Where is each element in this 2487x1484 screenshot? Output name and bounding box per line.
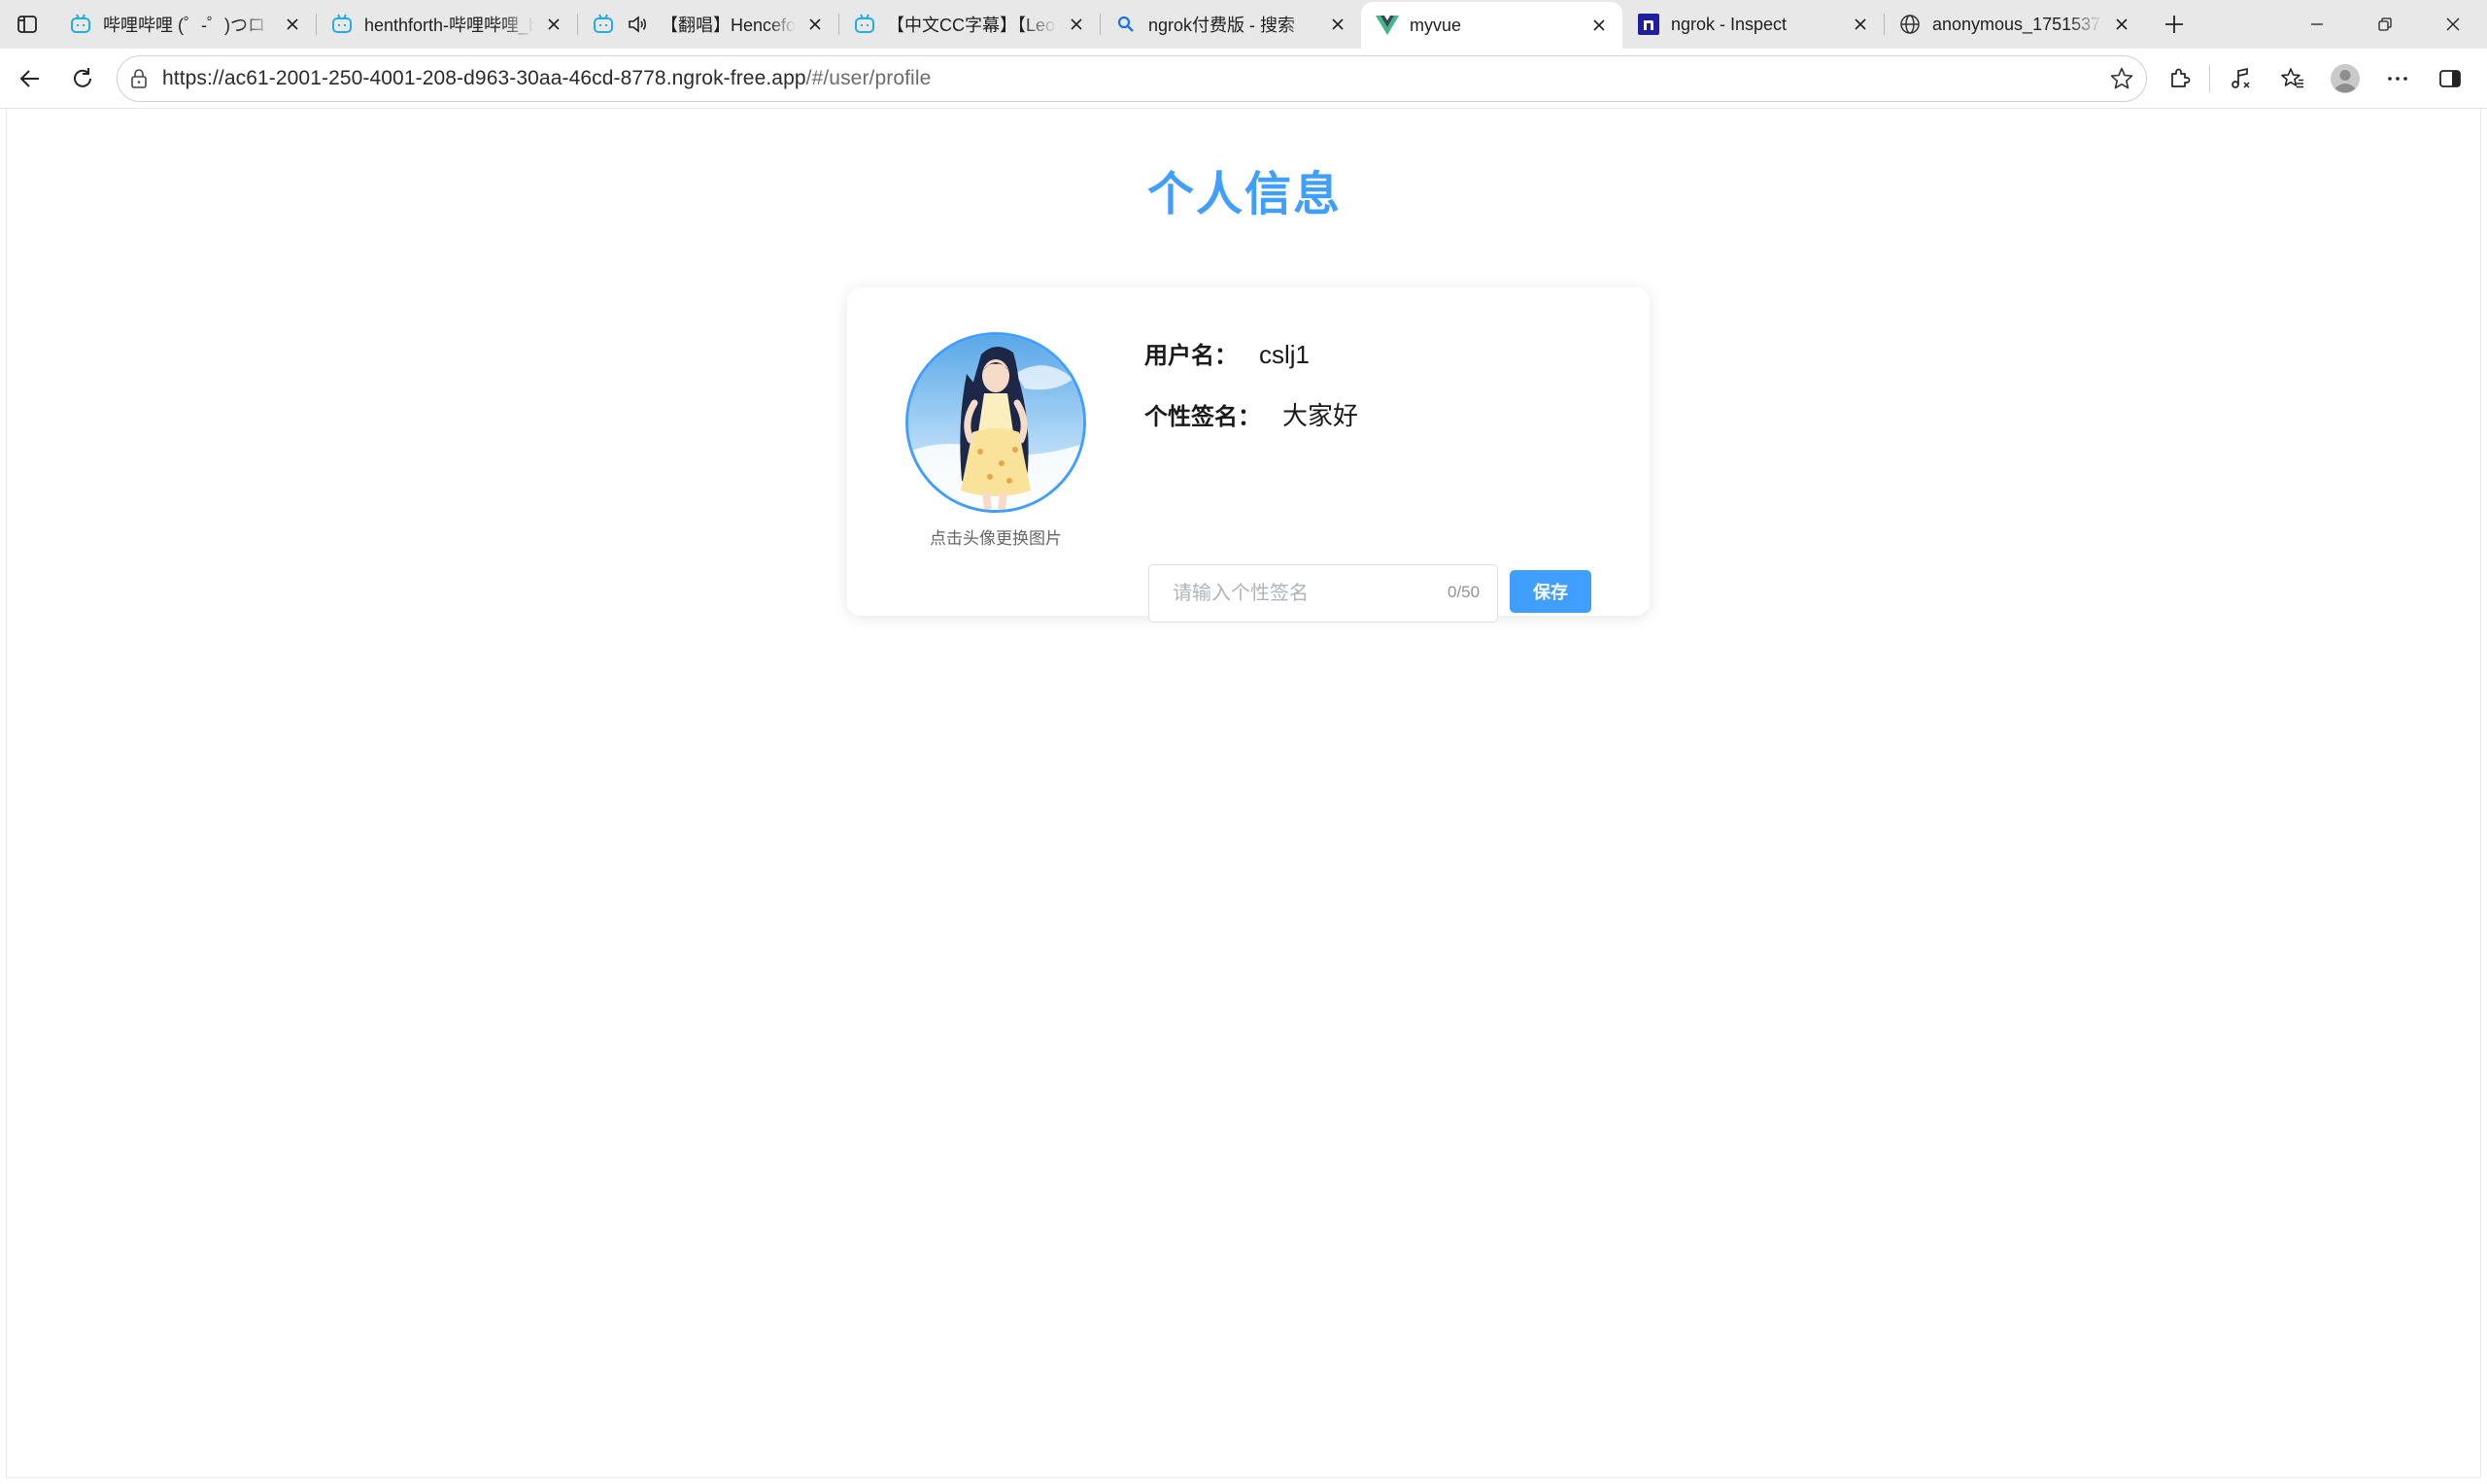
globe-icon bbox=[1897, 12, 1923, 37]
username-row: 用户名： cslj1 bbox=[1144, 336, 1310, 370]
vue-icon bbox=[1375, 13, 1400, 38]
minimize-icon bbox=[2311, 23, 2323, 25]
url-text[interactable]: https://ac61-2001-250-4001-208-d963-30aa… bbox=[162, 67, 931, 90]
tab-henceforth-cover[interactable]: 【翻唱】Henceforth bbox=[577, 0, 838, 49]
refresh-button[interactable] bbox=[56, 52, 109, 105]
browser-toolbar: https://ac61-2001-250-4001-208-d963-30aa… bbox=[0, 49, 2487, 109]
avatar-icon bbox=[2331, 64, 2360, 93]
signature-row: 个性签名： 大家好 bbox=[1144, 396, 1358, 432]
profile-button[interactable] bbox=[2319, 52, 2371, 105]
window-controls bbox=[2283, 0, 2487, 49]
tab-actions-button[interactable] bbox=[0, 0, 54, 49]
bilibili-icon bbox=[68, 12, 93, 37]
avatar-hint: 点击头像更换图片 bbox=[930, 529, 1062, 548]
url-host: https://ac61-2001-250-4001-208-d963-30aa… bbox=[162, 67, 806, 89]
sidebar-toggle-button[interactable] bbox=[2424, 52, 2476, 105]
extensions-button[interactable] bbox=[2153, 52, 2205, 105]
tab-title: anonymous_17515373 bbox=[1932, 14, 2102, 34]
tab-actions-icon bbox=[17, 16, 37, 33]
tab-ngrok-search[interactable]: ngrok付费版 - 搜索 bbox=[1100, 0, 1361, 49]
tab-strip: 哔哩哔哩 (゜-゜)つロ 干杯~-bilibili henthforth-哔哩哔… bbox=[0, 0, 2487, 49]
restore-button[interactable] bbox=[2351, 0, 2419, 49]
sidebar-icon bbox=[2439, 70, 2461, 87]
tab-title: 【翻唱】Henceforth bbox=[661, 16, 796, 35]
toolbar-right-group bbox=[2153, 52, 2476, 105]
avatar[interactable] bbox=[905, 332, 1086, 513]
save-button[interactable]: 保存 bbox=[1510, 570, 1591, 613]
avatar-image bbox=[908, 335, 1083, 510]
plus-icon bbox=[2165, 16, 2183, 33]
toolbar-divider bbox=[2209, 65, 2210, 92]
ellipsis-icon bbox=[2388, 77, 2407, 81]
media-control-button[interactable] bbox=[2214, 52, 2266, 105]
lock-icon[interactable] bbox=[129, 68, 149, 89]
arrow-left-icon bbox=[19, 69, 39, 87]
signature-label: 个性签名： bbox=[1144, 404, 1261, 430]
tab-title: henthforth-哔哩哔哩_bilibili bbox=[364, 16, 534, 35]
close-icon[interactable] bbox=[801, 11, 829, 38]
tab-anonymous[interactable]: anonymous_17515373 bbox=[1884, 0, 2145, 49]
close-icon[interactable] bbox=[1063, 11, 1090, 38]
tab-bilibili-home[interactable]: 哔哩哔哩 (゜-゜)つロ 干杯~-bilibili bbox=[54, 0, 316, 49]
tab-title: 【中文CC字幕】【Leo bbox=[887, 16, 1056, 35]
tab-ngrok-inspect[interactable]: ngrok - Inspect bbox=[1622, 0, 1884, 49]
url-path: /#/user/profile bbox=[805, 67, 932, 89]
tab-cc-subtitles[interactable]: 【中文CC字幕】【Leo bbox=[838, 0, 1100, 49]
page-viewport: 个人信息 点击头像更换图片 用户名： cslj1 个性签名： 大家好 请输入个性… bbox=[6, 109, 2481, 1478]
tab-title: 哔哩哔哩 (゜-゜)つロ 干杯~-bilibili bbox=[103, 16, 273, 35]
restore-icon bbox=[2378, 17, 2392, 31]
tab-henthforth[interactable]: henthforth-哔哩哔哩_bilibili bbox=[316, 0, 577, 49]
speaker-icon[interactable] bbox=[626, 12, 651, 37]
close-icon[interactable] bbox=[279, 11, 306, 38]
username-value: cslj1 bbox=[1259, 340, 1311, 369]
signature-input[interactable] bbox=[1148, 564, 1498, 623]
close-icon bbox=[2446, 17, 2460, 31]
tab-title: ngrok付费版 - 搜索 bbox=[1148, 16, 1296, 35]
search-icon bbox=[1113, 12, 1139, 37]
favorites-icon bbox=[2281, 68, 2303, 88]
ngrok-icon bbox=[1636, 12, 1661, 37]
back-button[interactable] bbox=[4, 52, 56, 105]
favorite-star-icon[interactable] bbox=[2107, 64, 2136, 93]
tab-myvue[interactable]: myvue bbox=[1361, 2, 1622, 49]
profile-card: 点击头像更换图片 用户名： cslj1 个性签名： 大家好 0/50 保存 bbox=[847, 287, 1650, 623]
signature-char-count: 0/50 bbox=[1448, 583, 1481, 601]
address-bar[interactable]: https://ac61-2001-250-4001-208-d963-30aa… bbox=[117, 55, 2147, 102]
close-icon[interactable] bbox=[1324, 11, 1351, 38]
page-title: 个人信息 bbox=[1146, 169, 1342, 220]
minimize-button[interactable] bbox=[2283, 0, 2351, 49]
close-icon[interactable] bbox=[1847, 11, 1874, 38]
music-note-icon bbox=[2231, 67, 2250, 88]
username-label: 用户名： bbox=[1144, 343, 1238, 369]
bilibili-icon bbox=[591, 12, 616, 37]
bilibili-icon bbox=[329, 12, 355, 37]
signature-value: 大家好 bbox=[1282, 401, 1359, 430]
close-icon[interactable] bbox=[540, 11, 567, 38]
tab-title: ngrok - Inspect bbox=[1671, 14, 1788, 34]
favorites-button[interactable] bbox=[2266, 52, 2319, 105]
more-options-button[interactable] bbox=[2371, 52, 2424, 105]
close-window-button[interactable] bbox=[2419, 0, 2487, 49]
tab-title: myvue bbox=[1410, 15, 1462, 35]
refresh-icon bbox=[74, 67, 91, 87]
close-icon[interactable] bbox=[2108, 11, 2135, 38]
new-tab-button[interactable] bbox=[2145, 0, 2203, 49]
close-icon[interactable] bbox=[1585, 12, 1613, 39]
bilibili-icon bbox=[852, 12, 877, 37]
puzzle-icon bbox=[2171, 68, 2191, 87]
